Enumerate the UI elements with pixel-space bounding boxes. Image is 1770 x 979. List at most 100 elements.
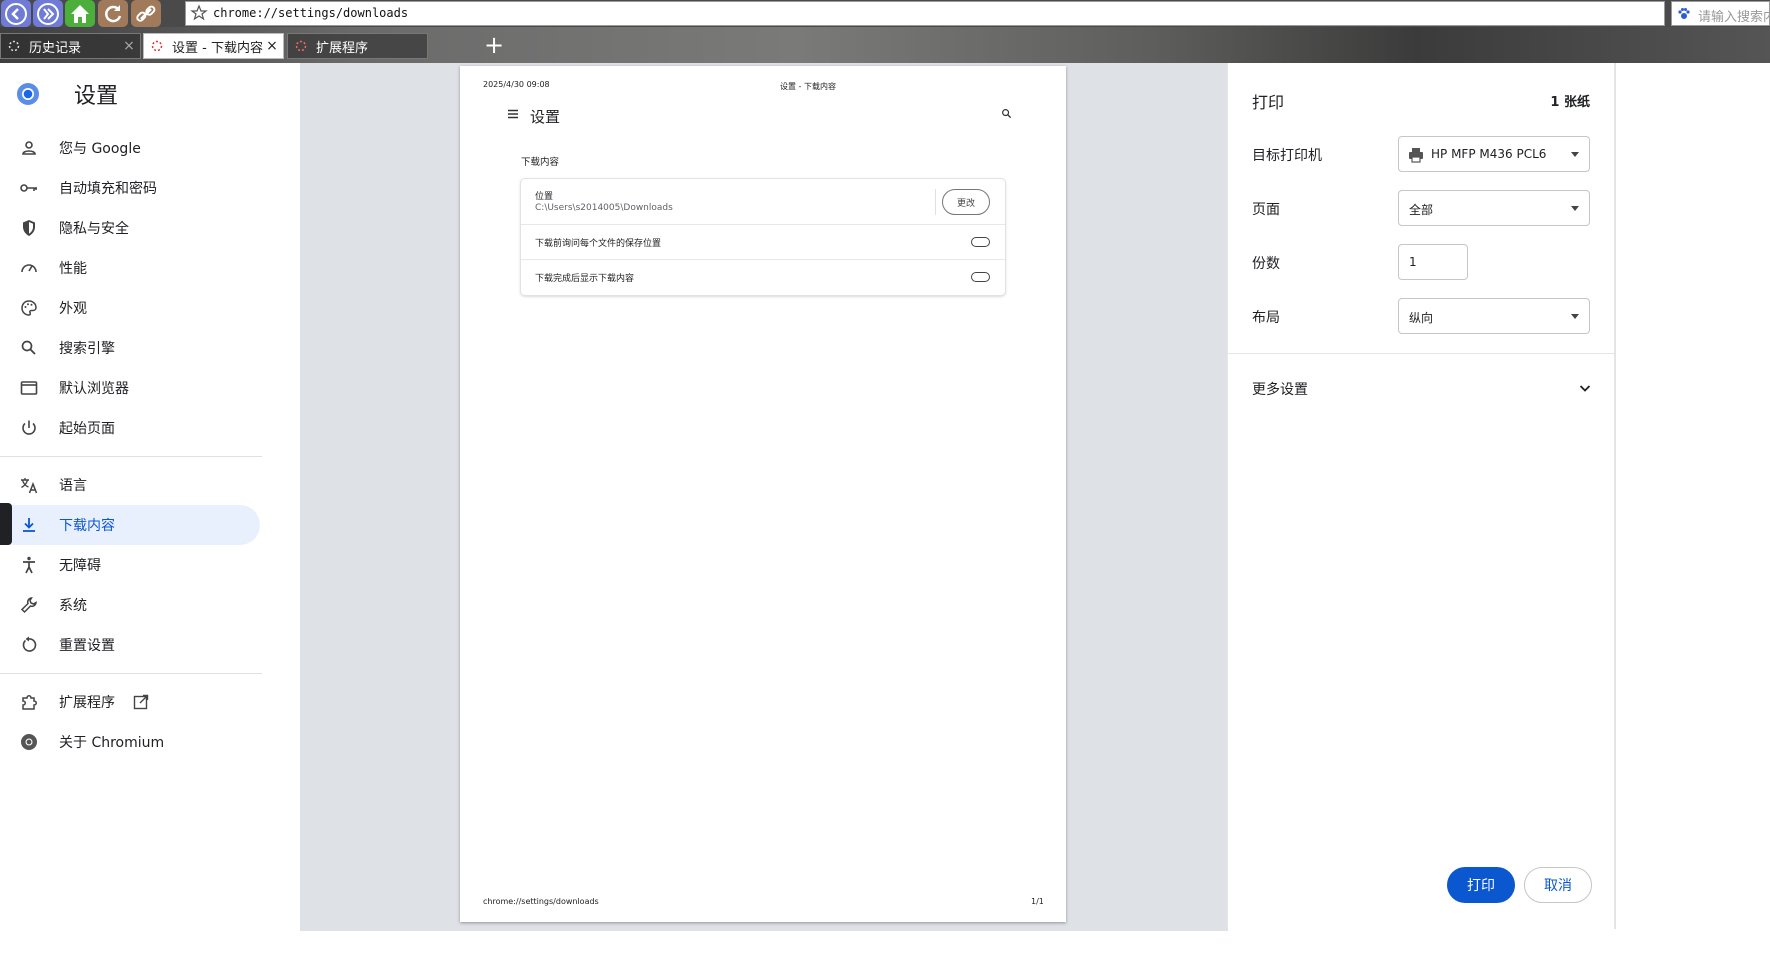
copies-value[interactable]: 1 [1409, 255, 1417, 269]
shield-icon [23, 220, 35, 236]
speedometer-icon [21, 264, 37, 273]
more-settings-toggle[interactable]: 更多设置 [1252, 379, 1308, 399]
tab-settings[interactable]: 设置 - 下载内容 × [143, 33, 284, 59]
sheet-count: 1 张纸 [1550, 95, 1590, 110]
copies-label: 份数 [1252, 256, 1280, 272]
link-button[interactable] [131, 0, 161, 27]
chevron-down-icon[interactable] [1578, 381, 1592, 395]
location-label: 位置 [535, 192, 554, 202]
nav-item-privacy[interactable]: 隐私与安全 [0, 208, 260, 248]
wrench-icon [20, 597, 37, 614]
copies-input[interactable]: 1 [1398, 244, 1468, 280]
nav-label: 扩展程序 [59, 695, 115, 711]
ask-where-label: 下载前询问每个文件的保存位置 [535, 239, 662, 249]
nav-item-downloads[interactable]: 下载内容 [0, 505, 260, 545]
person-icon [22, 141, 36, 155]
loading-icon [8, 40, 20, 52]
nav-label: 外观 [59, 301, 87, 317]
close-icon[interactable]: × [263, 38, 281, 54]
chromium-icon [21, 734, 37, 750]
print-button[interactable]: 打印 [1447, 867, 1515, 903]
forward-button[interactable] [33, 0, 63, 27]
key-icon [20, 184, 37, 192]
cancel-button[interactable]: 取消 [1524, 867, 1592, 903]
show-when-done-toggle [971, 272, 990, 282]
dropdown-arrow-icon [1571, 314, 1579, 319]
resize-handle[interactable] [0, 503, 12, 545]
tab-strip: 历史记录 × 设置 - 下载内容 × 扩展程序 [0, 27, 1770, 63]
menu-icon [508, 109, 518, 119]
power-icon [22, 420, 36, 435]
chromium-logo-icon [17, 83, 39, 105]
nav-label: 搜索引擎 [59, 341, 115, 357]
nav-item-default-browser[interactable]: 默认浏览器 [0, 368, 260, 408]
translate-icon [21, 478, 38, 494]
print-title: 打印 [1252, 93, 1285, 112]
search-icon [1002, 109, 1012, 119]
tab-history[interactable]: 历史记录 × [0, 33, 141, 59]
pages-select[interactable]: 全部 [1398, 190, 1590, 226]
nav-item-extensions[interactable]: 扩展程序 [0, 682, 260, 722]
preview-downloads-card: 位置 C:\Users\s2014005\Downloads 更改 下载前询问每… [521, 179, 1005, 295]
preview-footer-page: 1/1 [1031, 897, 1044, 906]
back-button[interactable] [1, 0, 31, 27]
nav-item-performance[interactable]: 性能 [0, 248, 260, 288]
nav-item-system[interactable]: 系统 [0, 585, 260, 625]
preview-footer-url: chrome://settings/downloads [483, 897, 599, 906]
tab-extensions[interactable]: 扩展程序 [287, 33, 428, 59]
layout-label: 布局 [1252, 310, 1280, 326]
nav-label: 自动填充和密码 [59, 181, 157, 197]
reset-icon [22, 636, 37, 652]
open-in-new-icon [133, 694, 149, 710]
nav-item-languages[interactable]: 语言 [0, 465, 260, 505]
close-icon[interactable]: × [120, 38, 138, 54]
change-location-button: 更改 [942, 189, 990, 215]
loading-icon [151, 40, 163, 52]
print-settings-panel: 打印 1 张纸 目标打印机 HP MFP M436 PCL6 页面 全部 份数 … [1228, 63, 1614, 929]
nav-label: 您与 Google [59, 141, 141, 157]
page-title: 设置 [74, 84, 119, 109]
nav-item-about[interactable]: 关于 Chromium [0, 722, 260, 762]
home-button[interactable] [65, 0, 95, 27]
tab-label: 扩展程序 [316, 40, 369, 56]
layout-select[interactable]: 纵向 [1398, 298, 1590, 334]
search-placeholder: 请输入搜索内容 [1698, 10, 1769, 25]
search-box[interactable]: 请输入搜索内容 [1671, 1, 1770, 26]
layout-value: 纵向 [1409, 311, 1434, 325]
preview-page: 2025/4/30 09:08 设置 - 下载内容 设置 下载内容 位置 C:\… [460, 66, 1066, 922]
nav-label: 起始页面 [59, 421, 115, 437]
palette-icon [21, 300, 37, 316]
nav-item-accessibility[interactable]: 无障碍 [0, 545, 260, 585]
bookmark-star-icon[interactable] [190, 4, 208, 22]
nav-item-autofill[interactable]: 自动填充和密码 [0, 168, 260, 208]
address-bar[interactable]: chrome://settings/downloads [185, 1, 1665, 26]
nav-label: 下载内容 [59, 518, 115, 534]
nav-item-search-engine[interactable]: 搜索引擎 [0, 328, 260, 368]
nav-label: 重置设置 [59, 638, 115, 654]
preview-show-row: 下载完成后显示下载内容 [521, 260, 1005, 295]
tab-label: 历史记录 [29, 40, 82, 56]
reload-button[interactable] [98, 0, 128, 27]
settings-sidebar: 设置 您与 Google 自动填充和密码 隐私与安全 性能 外观 搜索引擎 默认… [0, 63, 300, 979]
destination-select[interactable]: HP MFP M436 PCL6 [1398, 136, 1590, 172]
address-url[interactable]: chrome://settings/downloads [213, 6, 408, 20]
home-icon [71, 4, 89, 23]
settings-header: 设置 [16, 78, 118, 110]
nav-label: 系统 [59, 598, 87, 614]
loading-icon [295, 40, 307, 52]
nav-item-reset[interactable]: 重置设置 [0, 625, 260, 665]
panel-edge [1614, 63, 1616, 929]
nav-item-you-and-google[interactable]: 您与 Google [0, 128, 260, 168]
dropdown-arrow-icon [1571, 152, 1579, 157]
new-tab-button[interactable]: + [484, 33, 504, 57]
nav-label: 关于 Chromium [59, 735, 165, 751]
tab-label: 设置 - 下载内容 [172, 40, 263, 56]
destination-label: 目标打印机 [1252, 148, 1322, 164]
nav-divider [0, 673, 262, 674]
back-arrow-icon [5, 2, 27, 25]
nav-label: 默认浏览器 [59, 381, 129, 397]
nav-item-on-startup[interactable]: 起始页面 [0, 408, 260, 448]
ask-where-toggle [971, 237, 990, 247]
nav-item-appearance[interactable]: 外观 [0, 288, 260, 328]
preview-header-date: 2025/4/30 09:08 [483, 80, 550, 89]
